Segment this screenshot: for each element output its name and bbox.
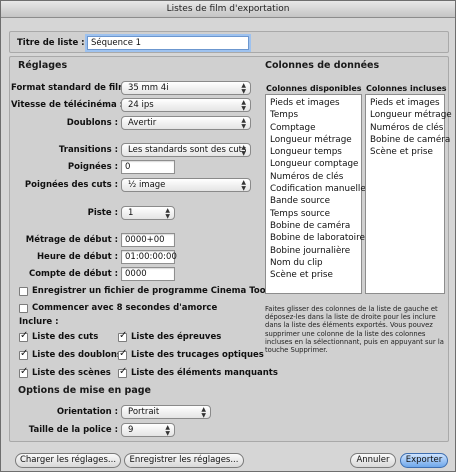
handles-input[interactable]: 0 <box>121 160 175 174</box>
available-columns-header: Colonnes disponibles <box>266 84 362 93</box>
include-cuts-checkbox[interactable] <box>19 330 28 342</box>
save-settings-button[interactable]: Enregistrer les réglages... <box>124 453 244 468</box>
font-size-label: Taille de la police : <box>28 425 118 435</box>
start-time-input[interactable]: 01:00:00:00 <box>121 250 177 264</box>
data-columns-help-text: Faites glisser des colonnes de la liste … <box>265 305 444 355</box>
list-item[interactable]: Longueur métrage <box>266 134 361 146</box>
cut-handles-value: ½ image <box>128 180 166 190</box>
list-title-label: Titre de liste : <box>17 38 85 48</box>
start-count-input[interactable]: 0000 <box>121 267 175 281</box>
export-film-lists-dialog: Listes de film d'exportation Titre de li… <box>0 0 456 472</box>
popup-arrows-icon: ▲ ▼ <box>165 424 170 437</box>
duplicates-popup[interactable]: Avertir ▲ ▼ <box>121 116 251 130</box>
list-title-input[interactable]: Séquence 1 <box>87 36 249 50</box>
include-missing-checkbox[interactable] <box>118 366 127 378</box>
telecine-speed-value: 24 ips <box>128 100 154 110</box>
transitions-value: Les standards sont des cuts <box>128 145 247 155</box>
start-footage-label: Métrage de début : <box>25 235 118 245</box>
page-options-section-title: Options de mise en page <box>18 385 152 396</box>
start-count-label: Compte de début : <box>28 269 118 279</box>
list-item[interactable]: Numéros de clés <box>266 171 361 183</box>
film-standard-value: 35 mm 4i <box>128 83 169 93</box>
transitions-label: Transitions : <box>58 145 118 155</box>
include-missing-label: Liste des éléments manquants <box>131 368 278 378</box>
popup-arrows-icon: ▲ ▼ <box>241 99 246 112</box>
list-item[interactable]: Pieds et images <box>366 97 444 109</box>
list-item[interactable]: Comptage <box>266 122 361 134</box>
included-columns-header: Colonnes incluses <box>366 84 447 93</box>
include-prints-checkbox[interactable] <box>118 330 127 342</box>
track-popup[interactable]: 1 ▲ ▼ <box>121 206 175 220</box>
list-item[interactable]: Nom du clip <box>266 257 361 269</box>
list-item[interactable]: Temps source <box>266 208 361 220</box>
cancel-button[interactable]: Annuler <box>350 453 396 468</box>
save-cinema-tools-label: Enregistrer un fichier de programme Cine… <box>32 286 274 296</box>
include-prints-label: Liste des épreuves <box>131 332 222 342</box>
include-duplicates-label: Liste des doublons <box>32 350 122 360</box>
telecine-speed-popup[interactable]: 24 ips ▲ ▼ <box>121 98 251 112</box>
settings-section-title: Réglages <box>18 60 68 71</box>
start-footage-input[interactable]: 0000+00 <box>121 233 175 247</box>
save-cinema-tools-checkbox[interactable] <box>19 287 28 296</box>
cut-handles-popup[interactable]: ½ image ▲ ▼ <box>121 178 251 192</box>
transitions-popup[interactable]: Les standards sont des cuts ▲ ▼ <box>121 143 251 157</box>
window-title: Listes de film d'exportation <box>1 1 455 18</box>
leader-8s-label: Commencer avec 8 secondes d'amorce <box>32 303 218 313</box>
cut-handles-label: Poignées des cuts : <box>24 180 118 190</box>
list-item[interactable]: Codification manuelle <box>266 183 366 195</box>
popup-arrows-icon: ▲ ▼ <box>241 117 246 130</box>
film-standard-popup[interactable]: 35 mm 4i ▲ ▼ <box>121 81 251 95</box>
start-time-label: Heure de début : <box>36 252 118 262</box>
leader-8s-checkbox[interactable] <box>19 304 28 313</box>
font-size-popup[interactable]: 9 ▲ ▼ <box>121 423 175 437</box>
track-value: 1 <box>128 208 134 218</box>
included-columns-list[interactable]: Pieds et images Longueur métrage Numéros d… <box>365 94 452 294</box>
track-label: Piste : <box>87 208 118 218</box>
list-item[interactable]: Numéros de clés <box>366 122 444 134</box>
list-item[interactable]: Longueur comptage <box>266 158 361 170</box>
popup-arrows-icon: ▲ ▼ <box>165 207 170 220</box>
list-item[interactable]: Scène et prise <box>366 146 444 158</box>
popup-arrows-icon: ▲ ▼ <box>241 179 246 192</box>
load-settings-button[interactable]: Charger les réglages... <box>15 453 121 468</box>
include-scenes-checkbox[interactable] <box>19 366 28 378</box>
popup-arrows-icon: ▲ ▼ <box>241 82 246 95</box>
list-item[interactable]: Bobine de caméra <box>266 220 361 232</box>
include-scenes-label: Liste des scènes <box>32 368 111 378</box>
telecine-speed-label: Vitesse de télécinéma : <box>11 100 124 110</box>
list-item[interactable]: Bobine journalière <box>266 245 361 257</box>
include-duplicates-checkbox[interactable] <box>19 348 28 360</box>
list-item[interactable]: Bobine de laboratoire <box>266 232 365 244</box>
include-label: Inclure : <box>19 317 59 327</box>
duplicates-value: Avertir <box>128 118 157 128</box>
available-columns-list[interactable]: Pieds et images Temps Comptage Longueur mét… <box>265 94 366 294</box>
list-item[interactable]: Bande source <box>266 195 361 207</box>
duplicates-label: Doublons : <box>66 118 118 128</box>
orientation-label: Orientation : <box>56 407 118 417</box>
include-cuts-label: Liste des cuts <box>32 332 99 342</box>
list-item[interactable]: Temps <box>266 109 361 121</box>
font-size-value: 9 <box>128 425 134 435</box>
film-standard-label: Format standard de film : <box>11 83 134 93</box>
list-item[interactable]: Pieds et images <box>266 97 361 109</box>
list-item[interactable]: Bobine de caméra <box>366 134 450 146</box>
orientation-value: Portrait <box>128 407 160 417</box>
orientation-popup[interactable]: Portrait ▲ ▼ <box>121 405 211 419</box>
include-optical-label: Liste des trucages optiques <box>131 350 264 360</box>
popup-arrows-icon: ▲ ▼ <box>201 406 206 419</box>
export-button[interactable]: Exporter <box>400 453 448 468</box>
list-item[interactable]: Scène et prise <box>266 269 361 281</box>
list-item[interactable]: Longueur métrage <box>366 109 452 121</box>
popup-arrows-icon: ▲ ▼ <box>241 144 246 157</box>
list-item[interactable]: Longueur temps <box>266 146 361 158</box>
handles-label: Poignées : <box>67 162 118 172</box>
data-columns-section-title: Colonnes de données <box>265 60 380 71</box>
include-optical-checkbox[interactable] <box>118 348 127 360</box>
